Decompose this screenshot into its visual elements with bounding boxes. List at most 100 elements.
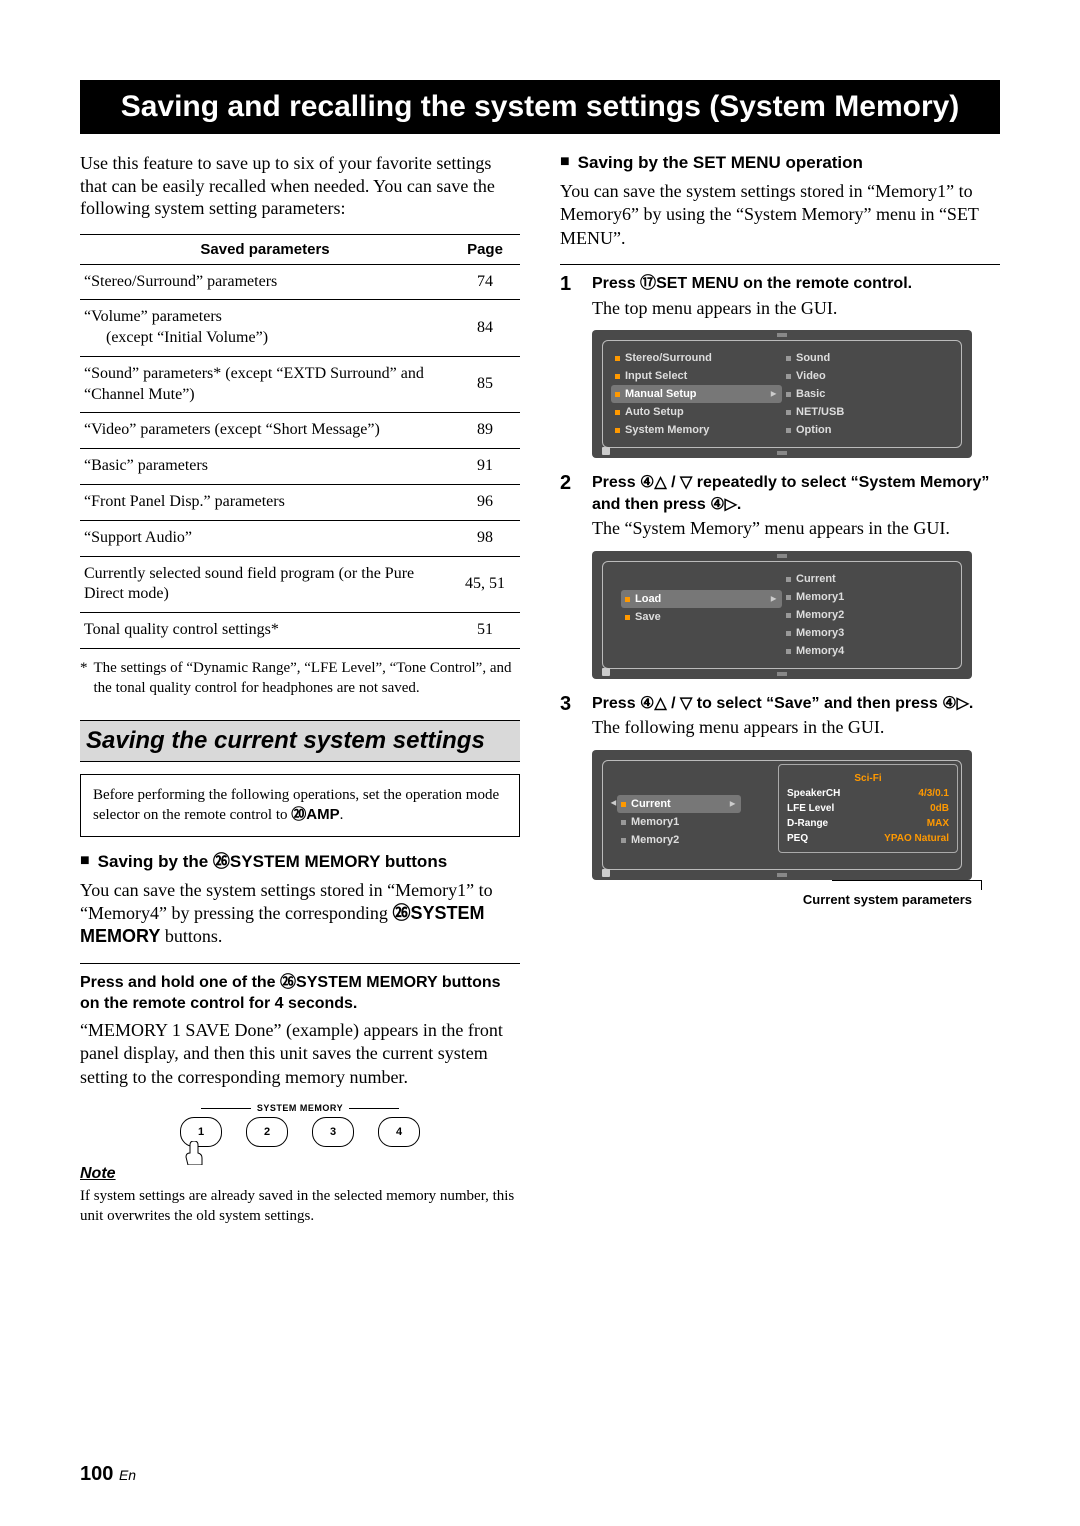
footnote-star: * xyxy=(80,659,88,698)
chevron-right-icon: ▸ xyxy=(771,389,776,400)
cell-param: Tonal quality control settings* xyxy=(80,613,450,649)
step-text: The following menu appears in the GUI. xyxy=(592,716,1000,739)
gui-menu-item-selected: Manual Setup▸ xyxy=(611,385,782,403)
gui-screenshot-top-menu: Stereo/Surround Input Select Manual Setu… xyxy=(592,330,972,458)
table-row: “Stereo/Surround” parameters74 xyxy=(80,264,520,300)
gui-screenshot-system-memory: ◂ Load▸ Save Current Memory1 Memory2 Mem… xyxy=(592,551,972,679)
page-banner: Saving and recalling the system settings… xyxy=(80,80,1000,134)
circled-num-icon: ④ xyxy=(710,496,724,513)
table-row: “Front Panel Disp.” parameters96 xyxy=(80,485,520,521)
right-column: ■ Saving by the SET MENU operation You c… xyxy=(560,152,1000,1226)
table-row: “Video” parameters (except “Short Messag… xyxy=(80,413,520,449)
body-text: You can save the system settings stored … xyxy=(560,180,1000,250)
chevron-right-icon: ▸ xyxy=(771,593,776,604)
cell-param: “Sound” parameters* (except “EXTD Surrou… xyxy=(80,356,450,413)
square-bullet-icon: ■ xyxy=(560,154,570,174)
memory-button-2: 2 xyxy=(246,1117,288,1147)
gui-menu-item: Auto Setup xyxy=(611,403,782,421)
gui-caption: Current system parameters xyxy=(592,892,972,907)
table-row: “Support Audio”98 xyxy=(80,520,520,556)
circled-num-icon: ④ xyxy=(640,474,654,491)
step-3: 3 Press ④△ / ▽ to select “Save” and then… xyxy=(560,693,1000,740)
left-column: Use this feature to save up to six of yo… xyxy=(80,152,520,1226)
section-title: Saving the current system settings xyxy=(80,720,520,762)
cell-param: Currently selected sound field program (… xyxy=(80,556,450,613)
step-1: 1 Press ⑰SET MENU on the remote control.… xyxy=(560,273,1000,320)
params-table: Saved parameters Page “Stereo/Surround” … xyxy=(80,234,520,650)
gui-menu-item: Stereo/Surround xyxy=(611,349,782,367)
circled-num-icon: ㉖ xyxy=(392,903,410,923)
step-number: 2 xyxy=(560,472,578,541)
cell-page: 98 xyxy=(450,520,520,556)
note-label: Note xyxy=(80,1165,520,1183)
cell-page: 89 xyxy=(450,413,520,449)
table-row: Tonal quality control settings*51 xyxy=(80,613,520,649)
gui-menu-item: Video xyxy=(782,367,953,385)
right-triangle-icon: ▷ xyxy=(957,695,969,712)
gui-screenshot-save: ◂ Current▸ Memory1 Memory2 Sci-Fi Speake… xyxy=(592,750,972,880)
gui-menu-item: NET/USB xyxy=(782,403,953,421)
gui-menu-item: Memory2 xyxy=(617,831,741,849)
step-text: The “System Memory” menu appears in the … xyxy=(592,517,1000,540)
gui-menu-item-selected: Load▸ xyxy=(621,590,782,608)
table-row: Currently selected sound field program (… xyxy=(80,556,520,613)
footnote: * The settings of “Dynamic Range”, “LFE … xyxy=(80,659,520,698)
down-triangle-icon: ▽ xyxy=(680,474,692,491)
memory-button-3: 3 xyxy=(312,1117,354,1147)
subheading-set-menu: ■ Saving by the SET MENU operation xyxy=(560,152,1000,174)
cell-param: “Stereo/Surround” parameters xyxy=(80,264,450,300)
home-icon xyxy=(602,869,610,877)
cell-param: “Support Audio” xyxy=(80,520,450,556)
chevron-left-icon: ◂ xyxy=(611,797,616,808)
cell-page: 74 xyxy=(450,264,520,300)
body-text: You can save the system settings stored … xyxy=(80,879,520,949)
mem-buttons-label: SYSTEM MEMORY xyxy=(180,1103,420,1113)
finger-press-icon xyxy=(184,1141,204,1165)
cell-page: 96 xyxy=(450,485,520,521)
table-row: “Volume” parameters(except “Initial Volu… xyxy=(80,300,520,357)
step-instruction: Press ④△ / ▽ to select “Save” and then p… xyxy=(592,693,1000,715)
circled-num-icon: ⑳ xyxy=(291,806,306,823)
footnote-text: The settings of “Dynamic Range”, “LFE Le… xyxy=(94,659,521,698)
gui-menu-item: System Memory xyxy=(611,421,782,439)
gui-menu-item: Memory3 xyxy=(782,624,953,642)
circled-num-icon: ⑰ xyxy=(640,275,656,292)
down-triangle-icon: ▽ xyxy=(680,695,692,712)
circled-num-icon: ㉖ xyxy=(213,852,230,871)
th-page: Page xyxy=(450,234,520,264)
chevron-right-icon: ▸ xyxy=(730,798,735,809)
gui-menu-item: Memory4 xyxy=(782,642,953,660)
up-triangle-icon: △ xyxy=(654,695,666,712)
cell-page: 84 xyxy=(450,300,520,357)
intro-text: Use this feature to save up to six of yo… xyxy=(80,152,520,220)
table-row: “Basic” parameters91 xyxy=(80,449,520,485)
step-2: 2 Press ④△ / ▽ repeatedly to select “Sys… xyxy=(560,472,1000,541)
cell-page: 91 xyxy=(450,449,520,485)
divider xyxy=(80,963,520,964)
gui-menu-item: Memory1 xyxy=(782,588,953,606)
cell-page: 85 xyxy=(450,356,520,413)
cell-page: 51 xyxy=(450,613,520,649)
body-text: “MEMORY 1 SAVE Done” (example) appears i… xyxy=(80,1019,520,1089)
note-text: If system settings are already saved in … xyxy=(80,1187,520,1226)
gui-info-title: Sci-Fi xyxy=(787,771,949,786)
gui-menu-item: Option xyxy=(782,421,953,439)
home-icon xyxy=(602,447,610,455)
table-row: “Sound” parameters* (except “EXTD Surrou… xyxy=(80,356,520,413)
gui-menu-item: Input Select xyxy=(611,367,782,385)
up-triangle-icon: △ xyxy=(654,474,666,491)
gui-menu-item: Basic xyxy=(782,385,953,403)
gui-menu-item: Sound xyxy=(782,349,953,367)
step-number: 3 xyxy=(560,693,578,740)
gui-menu-item-selected: Current▸ xyxy=(617,795,741,813)
instruction: Press and hold one of the ㉖SYSTEM MEMORY… xyxy=(80,972,520,1015)
right-triangle-icon: ▷ xyxy=(725,496,737,513)
subheading-system-memory-buttons: ■ Saving by the ㉖SYSTEM MEMORY buttons xyxy=(80,851,520,873)
step-number: 1 xyxy=(560,273,578,320)
cell-param: “Video” parameters (except “Short Messag… xyxy=(80,413,450,449)
cell-param: “Front Panel Disp.” parameters xyxy=(80,485,450,521)
page-number: 100 En xyxy=(80,1463,136,1486)
memory-button-4: 4 xyxy=(378,1117,420,1147)
step-instruction: Press ④△ / ▽ repeatedly to select “Syste… xyxy=(592,472,1000,515)
square-bullet-icon: ■ xyxy=(80,853,90,873)
